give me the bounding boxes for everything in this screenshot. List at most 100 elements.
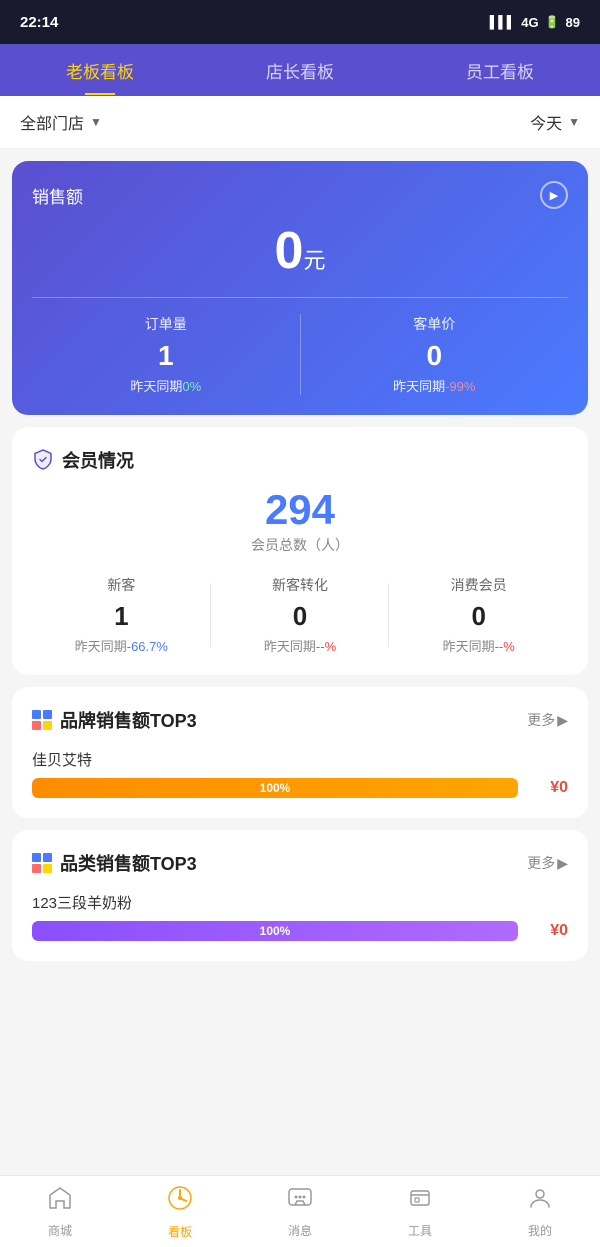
signal-icon: ▌▌▌ xyxy=(490,15,516,29)
message-icon xyxy=(287,1185,313,1218)
member-title: 会员情况 xyxy=(62,447,134,473)
play-button[interactable]: ▶ xyxy=(540,181,568,209)
avg-price-stat: 客单价 0 昨天同期-99% xyxy=(301,314,569,395)
consumer-member-compare: 昨天同期--% xyxy=(389,636,568,655)
shield-icon xyxy=(32,449,54,471)
tab-manager[interactable]: 店长看板 xyxy=(250,50,350,91)
new-customer-label: 新客 xyxy=(32,575,211,595)
status-bar: 22:14 ▌▌▌ 4G 🔋 89 xyxy=(0,0,600,44)
sales-title: 销售额 xyxy=(32,183,83,208)
category-progress-pct: 100% xyxy=(260,924,291,938)
nav-item-shop[interactable]: 商城 xyxy=(0,1185,120,1239)
nav-item-message[interactable]: 消息 xyxy=(240,1185,360,1239)
sales-card-header: 销售额 ▶ xyxy=(32,181,568,209)
nav-tabs: 老板看板 店长看板 员工看板 xyxy=(0,44,600,96)
brand-top3-item: 佳贝艾特 100% ¥0 xyxy=(32,749,568,798)
orders-stat: 订单量 1 昨天同期0% xyxy=(32,314,301,395)
bottom-spacer xyxy=(12,973,588,1053)
brand-top3-header: 品牌销售额TOP3 更多 ▶ xyxy=(32,707,568,733)
category-progress-amount: ¥0 xyxy=(528,922,568,940)
brand-progress-row: 100% ¥0 xyxy=(32,778,568,798)
sales-card: 销售额 ▶ 0元 订单量 1 昨天同期0% 客单价 0 昨天同期-99% xyxy=(12,161,588,415)
member-total: 294 会员总数（人） xyxy=(32,489,568,555)
category-top3-title-wrap: 品类销售额TOP3 xyxy=(32,850,197,876)
store-dropdown-arrow: ▼ xyxy=(90,115,102,129)
brand-progress-pct: 100% xyxy=(260,781,291,795)
shop-icon xyxy=(47,1185,73,1218)
brand-progress-bar-wrap: 100% xyxy=(32,778,518,798)
date-label: 今天 xyxy=(530,110,562,134)
avg-price-compare: 昨天同期-99% xyxy=(301,376,569,395)
grid-icon-category xyxy=(32,853,52,873)
new-customer-stat: 新客 1 昨天同期-66.7% xyxy=(32,575,211,655)
consumer-member-value: 0 xyxy=(389,601,568,632)
brand-progress-amount: ¥0 xyxy=(528,779,568,797)
brand-top3-title: 品牌销售额TOP3 xyxy=(60,707,197,733)
member-total-number: 294 xyxy=(32,489,568,531)
store-filter[interactable]: 全部门店 ▼ xyxy=(20,110,102,134)
category-progress-bar-wrap: 100% xyxy=(32,921,518,941)
battery-level: 89 xyxy=(566,15,580,30)
category-progress-bar: 100% xyxy=(32,921,518,941)
date-dropdown-arrow: ▼ xyxy=(568,115,580,129)
avg-price-label: 客单价 xyxy=(301,314,569,334)
status-right: ▌▌▌ 4G 🔋 89 xyxy=(490,15,580,30)
avg-price-value: 0 xyxy=(301,340,569,372)
tools-icon xyxy=(407,1185,433,1218)
category-top3-more[interactable]: 更多 ▶ xyxy=(527,853,568,873)
store-label: 全部门店 xyxy=(20,110,84,134)
dashboard-icon xyxy=(166,1184,194,1219)
consumer-member-stat: 消费会员 0 昨天同期--% xyxy=(389,575,568,655)
member-total-label: 会员总数（人） xyxy=(32,535,568,555)
sales-unit: 元 xyxy=(303,248,325,273)
category-top3-item: 123三段羊奶粉 100% ¥0 xyxy=(32,892,568,941)
chevron-right-icon: ▶ xyxy=(557,712,568,729)
consumer-member-label: 消费会员 xyxy=(389,575,568,595)
date-filter[interactable]: 今天 ▼ xyxy=(530,110,580,134)
nav-message-label: 消息 xyxy=(288,1222,312,1239)
category-top3-header: 品类销售额TOP3 更多 ▶ xyxy=(32,850,568,876)
mine-icon xyxy=(527,1185,553,1218)
brand-progress-bar: 100% xyxy=(32,778,518,798)
nav-item-tools[interactable]: 工具 xyxy=(360,1185,480,1239)
status-time: 22:14 xyxy=(20,14,58,31)
brand-top3-title-wrap: 品牌销售额TOP3 xyxy=(32,707,197,733)
orders-value: 1 xyxy=(32,340,300,372)
nav-item-dashboard[interactable]: 看板 xyxy=(120,1184,240,1240)
orders-label: 订单量 xyxy=(32,314,300,334)
new-customer-value: 1 xyxy=(32,601,211,632)
nav-tools-label: 工具 xyxy=(408,1222,432,1239)
filter-bar: 全部门店 ▼ 今天 ▼ xyxy=(0,96,600,149)
member-stats: 新客 1 昨天同期-66.7% 新客转化 0 昨天同期--% 消费会员 0 昨天… xyxy=(32,575,568,655)
category-item-name: 123三段羊奶粉 xyxy=(32,892,568,913)
grid-icon-brand xyxy=(32,710,52,730)
sales-divider xyxy=(32,297,568,298)
category-top3-title: 品类销售额TOP3 xyxy=(60,850,197,876)
nav-mine-label: 我的 xyxy=(528,1222,552,1239)
tab-boss[interactable]: 老板看板 xyxy=(50,50,150,91)
orders-compare: 昨天同期0% xyxy=(32,376,300,395)
network-type: 4G xyxy=(521,15,538,30)
bottom-nav: 商城 看板 消息 xyxy=(0,1175,600,1247)
tab-staff[interactable]: 员工看板 xyxy=(450,50,550,91)
new-conversion-compare: 昨天同期--% xyxy=(211,636,390,655)
new-conversion-value: 0 xyxy=(211,601,390,632)
new-customer-compare: 昨天同期-66.7% xyxy=(32,636,211,655)
main-content: 销售额 ▶ 0元 订单量 1 昨天同期0% 客单价 0 昨天同期-99% xyxy=(0,149,600,1065)
member-header: 会员情况 xyxy=(32,447,568,473)
category-progress-row: 100% ¥0 xyxy=(32,921,568,941)
sales-amount-value: 0 xyxy=(275,222,304,280)
chevron-right-icon-cat: ▶ xyxy=(557,855,568,872)
nav-dashboard-label: 看板 xyxy=(168,1223,192,1240)
sales-stats: 订单量 1 昨天同期0% 客单价 0 昨天同期-99% xyxy=(32,314,568,395)
brand-item-name: 佳贝艾特 xyxy=(32,749,568,770)
new-conversion-label: 新客转化 xyxy=(211,575,390,595)
member-card: 会员情况 294 会员总数（人） 新客 1 昨天同期-66.7% 新客转化 0 … xyxy=(12,427,588,675)
new-conversion-stat: 新客转化 0 昨天同期--% xyxy=(211,575,390,655)
battery-icon: 🔋 xyxy=(545,15,560,29)
nav-shop-label: 商城 xyxy=(48,1222,72,1239)
category-top3-card: 品类销售额TOP3 更多 ▶ 123三段羊奶粉 100% ¥0 xyxy=(12,830,588,961)
nav-item-mine[interactable]: 我的 xyxy=(480,1185,600,1239)
brand-top3-more[interactable]: 更多 ▶ xyxy=(527,710,568,730)
sales-amount: 0元 xyxy=(32,225,568,277)
